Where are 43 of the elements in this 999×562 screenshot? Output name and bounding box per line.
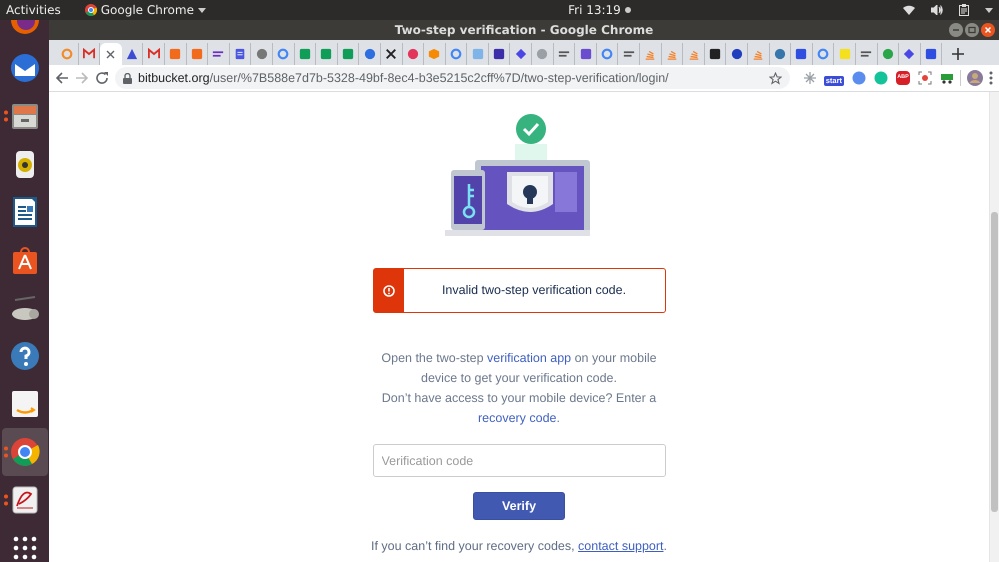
minimize-icon[interactable] [949,23,963,37]
clock-text[interactable]: Fri 13:19 [568,1,621,19]
verification-code-field[interactable]: Verification code [372,444,666,477]
browser-icon [8,436,40,468]
plus-icon[interactable] [952,48,964,60]
cart-icon[interactable] [940,72,954,84]
url-text: bitbucket.org/user/%7B588e7d7b-5328-49bf-8ec4-b3e5215c2cff%7D/two-step-verification/login/ [138,70,670,87]
snowflake-icon[interactable] [804,72,816,84]
scrollbar-thumb[interactable] [991,212,998,512]
lock-icon [123,72,132,84]
window-title: Two-step verification - Google Chrome [394,22,654,39]
error-message: Invalid two-step verification code. [442,282,626,300]
app-menu-label[interactable]: Google Chrome [100,1,194,19]
mail-icon [8,52,40,84]
back-button[interactable] [55,71,69,85]
support-text: If you can’t find your recovery codes, contact support. [370,538,668,555]
circle-icon[interactable] [852,71,866,85]
close-icon[interactable] [981,23,995,37]
instruction-text: Open the two-step verification app on your mobile device to get your verification code. [380,350,658,387]
target-icon[interactable] [918,71,932,85]
instruction-text: Don’t have access to your mobile device? Enter a recovery code. [380,390,658,427]
browser-icon [84,4,97,16]
volume-icon[interactable] [931,5,943,15]
dock-app-button[interactable] [2,428,48,476]
activities-button[interactable]: Activities [6,1,61,19]
notification-dot-icon [624,7,631,13]
link[interactable]: verification app [487,351,572,365]
menu-icon[interactable] [989,71,993,85]
link[interactable]: recovery code [478,411,557,425]
verify-button[interactable]: Verify [473,492,565,520]
clipboard-icon[interactable] [959,4,969,16]
error-icon [382,284,394,296]
link[interactable]: contact support [578,539,664,553]
star-icon[interactable] [768,72,782,84]
browser-tab[interactable] [100,43,122,65]
caret-icon [198,8,206,12]
wifi-icon[interactable] [903,5,915,15]
caret-icon[interactable] [985,8,993,12]
avatar-icon[interactable] [967,70,983,86]
help-icon [8,340,40,372]
close-icon[interactable] [106,50,116,58]
reload-button[interactable] [95,71,109,85]
address-bar[interactable]: bitbucket.org/user/%7B588e7d7b-5328-49bf-8ec4-b3e5215c2cff%7D/two-step-verification/login/ [115,67,790,89]
